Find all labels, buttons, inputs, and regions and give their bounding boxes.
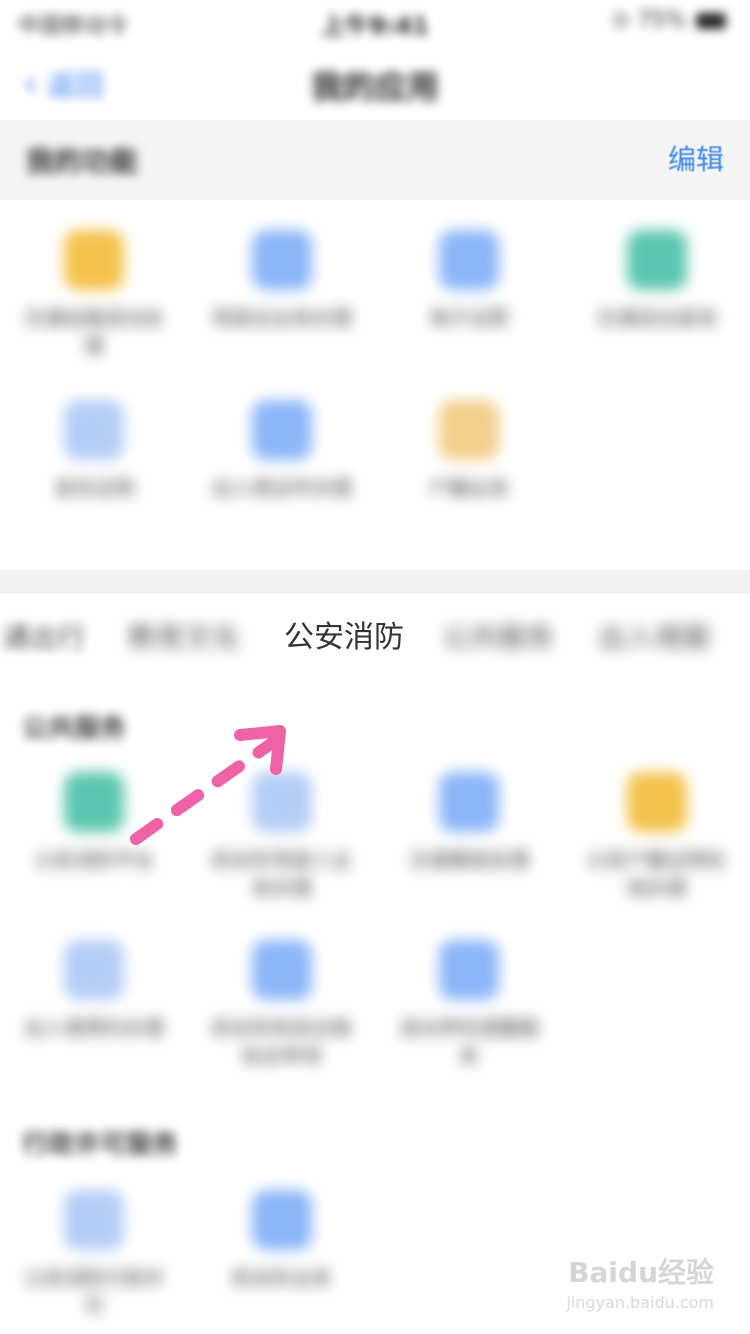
app-icon [439,400,499,460]
app-icon [439,230,499,290]
app-item[interactable]: 户籍业务 [376,400,563,502]
app-icon [251,1190,312,1250]
app-icon [251,230,312,290]
app-item[interactable]: 公安户籍证明在线办理 [563,772,750,902]
app-icon [64,230,124,290]
app-item[interactable]: 公安消防行政许可 [1,1190,188,1320]
section-title-license: 行政许可服务 [22,1130,179,1160]
my-apps-header: 我的功能 编辑 [0,120,750,200]
app-label: 出入境证件办理 [211,476,352,500]
baidu-watermark: Baidu经验 jingyan.baidu.com [566,1251,714,1312]
app-icon [64,940,124,1000]
app-item[interactable]: 机动车业务 [188,1190,375,1292]
tab-education[interactable]: 教育文化 [128,616,240,656]
page-title: 我的应用 [310,68,439,106]
section-divider [0,570,750,594]
app-label: 交通事故处理 [409,848,529,872]
app-item[interactable]: 驾驶证业务办理 [188,230,375,332]
app-item[interactable]: 电子证照 [376,230,563,332]
app-item[interactable]: 出入境证件办理 [188,400,375,502]
my-apps-grid: 交通运输违法处理 驾驶证业务办理 电子证照 交通违法查询身份证明 出入境证件办理 户籍业务 [0,230,750,530]
app-label: 公安户籍证明在线办理 [586,848,727,900]
app-item[interactable]: 身份证明 [1,400,188,502]
my-apps-title: 我的功能 [26,145,139,178]
app-icon [439,772,499,832]
public-service-grid: 公安消防平台 机动车驾驶人业务办理 交通事故处理 公安户籍证明在线办理 出入境预约办理机… [0,772,750,1102]
app-icon [626,230,687,290]
app-label: 机动车检验合格标志申领 [211,1016,352,1068]
status-bar: 中国移动令 上午9:41 ⊙ 75% [0,0,750,42]
nav-bar: ‹ 返回 我的应用 [0,42,750,122]
app-label: 身份证明 [54,476,134,500]
edit-button[interactable]: 编辑 [668,138,724,178]
watermark-url: jingyan.baidu.com [566,1293,714,1312]
pointer-arrow-icon [130,725,286,845]
app-item[interactable]: 违法停车提醒服务 [376,940,563,1070]
status-right: ⊙ 75% [612,8,726,33]
battery-icon [696,12,726,29]
app-label: 电子证照 [429,306,509,330]
app-label: 违法停车提醒服务 [399,1016,539,1068]
app-label: 交通违法查询 [596,306,717,330]
tab-police-fire[interactable]: 公安消防 [284,612,404,656]
watermark-logo: Baidu经验 [568,1256,714,1289]
section-title-public: 公共服务 [22,714,127,744]
app-label: 户籍业务 [429,476,509,500]
app-item[interactable]: 交通违法查询 [563,230,750,332]
app-label: 公安消防行政许可 [24,1266,164,1318]
tab-traffic[interactable]: 通出行 [2,616,86,656]
app-icon [64,772,124,832]
app-item[interactable]: 出入境预约办理 [1,940,188,1042]
app-label: 出入境预约办理 [24,1016,164,1040]
app-icon [251,940,312,1000]
tab-immigration[interactable]: 出入境服 [598,616,710,656]
app-item[interactable]: 交通运输违法处理 [1,230,188,360]
battery-percent: ⊙ 75% [611,8,686,33]
app-label: 交通运输违法处理 [24,306,164,358]
category-tabs: 通出行 教育文化 公安消防 公共服务 出入境服 [0,594,750,674]
app-icon [439,940,499,1000]
app-label: 驾驶证业务办理 [211,306,352,330]
app-icon [64,400,124,460]
app-icon [64,1190,124,1250]
app-item[interactable]: 机动车检验合格标志申领 [188,940,375,1070]
app-icon [626,772,687,832]
tab-public-service[interactable]: 公共服务 [442,616,554,656]
app-item[interactable]: 交通事故处理 [376,772,563,874]
app-icon [251,400,312,460]
app-label: 机动车业务 [231,1266,332,1290]
